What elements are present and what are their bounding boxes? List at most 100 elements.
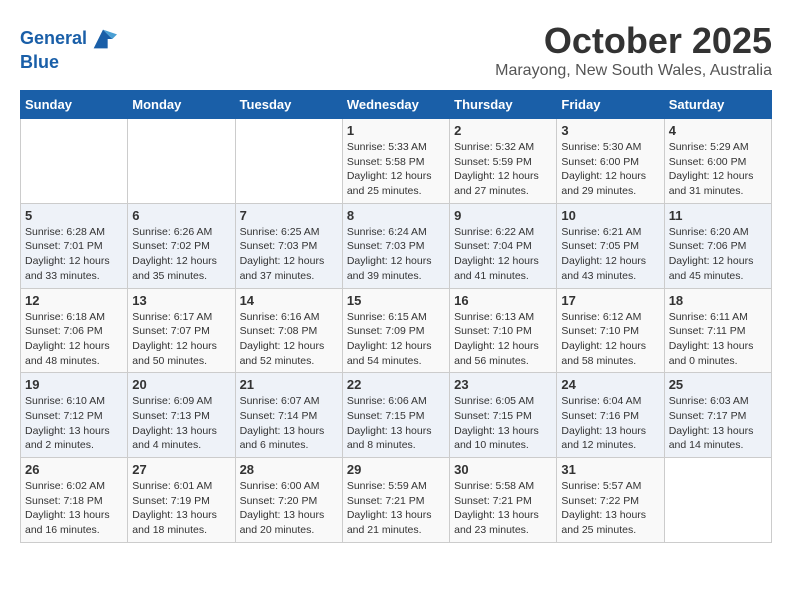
calendar-cell: 18Sunrise: 6:11 AM Sunset: 7:11 PM Dayli… bbox=[664, 288, 771, 373]
page-header: General Blue October 2025 Marayong, New … bbox=[20, 20, 772, 80]
calendar-cell bbox=[235, 119, 342, 204]
day-info: Sunrise: 6:06 AM Sunset: 7:15 PM Dayligh… bbox=[347, 394, 445, 453]
calendar-subtitle: Marayong, New South Wales, Australia bbox=[495, 62, 772, 80]
calendar-cell: 13Sunrise: 6:17 AM Sunset: 7:07 PM Dayli… bbox=[128, 288, 235, 373]
day-header-sunday: Sunday bbox=[21, 91, 128, 119]
day-number: 3 bbox=[561, 123, 659, 138]
day-number: 8 bbox=[347, 208, 445, 223]
calendar-cell: 23Sunrise: 6:05 AM Sunset: 7:15 PM Dayli… bbox=[450, 373, 557, 458]
logo-text: General bbox=[20, 29, 87, 49]
day-number: 22 bbox=[347, 377, 445, 392]
calendar-cell: 5 Sunrise: 6:28 AM Sunset: 7:01 PM Daylig… bbox=[21, 203, 128, 288]
day-header-wednesday: Wednesday bbox=[342, 91, 449, 119]
day-header-saturday: Saturday bbox=[664, 91, 771, 119]
day-number: 4 bbox=[669, 123, 767, 138]
calendar-cell: 11Sunrise: 6:20 AM Sunset: 7:06 PM Dayli… bbox=[664, 203, 771, 288]
day-info: Sunrise: 5:29 AM Sunset: 6:00 PM Dayligh… bbox=[669, 140, 767, 199]
calendar-table: SundayMondayTuesdayWednesdayThursdayFrid… bbox=[20, 90, 772, 543]
day-header-monday: Monday bbox=[128, 91, 235, 119]
calendar-cell: 3 Sunrise: 5:30 AM Sunset: 6:00 PM Daylig… bbox=[557, 119, 664, 204]
day-info: Sunrise: 5:57 AM Sunset: 7:22 PM Dayligh… bbox=[561, 479, 659, 538]
day-number: 17 bbox=[561, 293, 659, 308]
day-number: 1 bbox=[347, 123, 445, 138]
calendar-cell: 8 Sunrise: 6:24 AM Sunset: 7:03 PM Daylig… bbox=[342, 203, 449, 288]
day-header-tuesday: Tuesday bbox=[235, 91, 342, 119]
calendar-cell: 1Sunrise: 5:33 AM Sunset: 5:58 PM Daylig… bbox=[342, 119, 449, 204]
day-number: 21 bbox=[240, 377, 338, 392]
day-number: 5 bbox=[25, 208, 123, 223]
calendar-cell bbox=[664, 458, 771, 543]
day-info: Sunrise: 6:28 AM Sunset: 7:01 PM Dayligh… bbox=[25, 225, 123, 284]
calendar-cell: 15 Sunrise: 6:15 AM Sunset: 7:09 PM Dayli… bbox=[342, 288, 449, 373]
day-number: 26 bbox=[25, 462, 123, 477]
calendar-cell: 16 Sunrise: 6:13 AM Sunset: 7:10 PM Dayli… bbox=[450, 288, 557, 373]
day-number: 29 bbox=[347, 462, 445, 477]
day-info: Sunrise: 6:02 AM Sunset: 7:18 PM Dayligh… bbox=[25, 479, 123, 538]
logo: General Blue bbox=[20, 25, 117, 73]
calendar-cell: 17 Sunrise: 6:12 AM Sunset: 7:10 PM Dayli… bbox=[557, 288, 664, 373]
calendar-cell: 22 Sunrise: 6:06 AM Sunset: 7:15 PM Dayli… bbox=[342, 373, 449, 458]
day-info: Sunrise: 5:32 AM Sunset: 5:59 PM Dayligh… bbox=[454, 140, 552, 199]
day-number: 10 bbox=[561, 208, 659, 223]
day-number: 6 bbox=[132, 208, 230, 223]
day-info: Sunrise: 6:26 AM Sunset: 7:02 PM Dayligh… bbox=[132, 225, 230, 284]
week-row-4: 19Sunrise: 6:10 AM Sunset: 7:12 PM Dayli… bbox=[21, 373, 772, 458]
week-row-5: 26 Sunrise: 6:02 AM Sunset: 7:18 PM Dayli… bbox=[21, 458, 772, 543]
calendar-cell: 26 Sunrise: 6:02 AM Sunset: 7:18 PM Dayli… bbox=[21, 458, 128, 543]
calendar-cell: 4 Sunrise: 5:29 AM Sunset: 6:00 PM Daylig… bbox=[664, 119, 771, 204]
day-info: Sunrise: 6:04 AM Sunset: 7:16 PM Dayligh… bbox=[561, 394, 659, 453]
day-info: Sunrise: 6:24 AM Sunset: 7:03 PM Dayligh… bbox=[347, 225, 445, 284]
calendar-cell: 6 Sunrise: 6:26 AM Sunset: 7:02 PM Daylig… bbox=[128, 203, 235, 288]
day-number: 19 bbox=[25, 377, 123, 392]
day-info: Sunrise: 6:16 AM Sunset: 7:08 PM Dayligh… bbox=[240, 310, 338, 369]
day-number: 14 bbox=[240, 293, 338, 308]
day-info: Sunrise: 5:59 AM Sunset: 7:21 PM Dayligh… bbox=[347, 479, 445, 538]
day-info: Sunrise: 6:18 AM Sunset: 7:06 PM Dayligh… bbox=[25, 310, 123, 369]
title-section: October 2025 Marayong, New South Wales, … bbox=[495, 20, 772, 80]
day-info: Sunrise: 6:21 AM Sunset: 7:05 PM Dayligh… bbox=[561, 225, 659, 284]
calendar-cell: 28 Sunrise: 6:00 AM Sunset: 7:20 PM Dayli… bbox=[235, 458, 342, 543]
day-info: Sunrise: 5:30 AM Sunset: 6:00 PM Dayligh… bbox=[561, 140, 659, 199]
day-info: Sunrise: 6:01 AM Sunset: 7:19 PM Dayligh… bbox=[132, 479, 230, 538]
day-info: Sunrise: 6:03 AM Sunset: 7:17 PM Dayligh… bbox=[669, 394, 767, 453]
day-number: 28 bbox=[240, 462, 338, 477]
day-info: Sunrise: 6:25 AM Sunset: 7:03 PM Dayligh… bbox=[240, 225, 338, 284]
day-number: 13 bbox=[132, 293, 230, 308]
day-info: Sunrise: 6:00 AM Sunset: 7:20 PM Dayligh… bbox=[240, 479, 338, 538]
week-row-1: 1Sunrise: 5:33 AM Sunset: 5:58 PM Daylig… bbox=[21, 119, 772, 204]
day-info: Sunrise: 6:15 AM Sunset: 7:09 PM Dayligh… bbox=[347, 310, 445, 369]
day-number: 7 bbox=[240, 208, 338, 223]
day-number: 12 bbox=[25, 293, 123, 308]
day-number: 30 bbox=[454, 462, 552, 477]
calendar-cell: 9 Sunrise: 6:22 AM Sunset: 7:04 PM Daylig… bbox=[450, 203, 557, 288]
day-info: Sunrise: 6:22 AM Sunset: 7:04 PM Dayligh… bbox=[454, 225, 552, 284]
day-number: 24 bbox=[561, 377, 659, 392]
day-info: Sunrise: 6:13 AM Sunset: 7:10 PM Dayligh… bbox=[454, 310, 552, 369]
day-info: Sunrise: 6:09 AM Sunset: 7:13 PM Dayligh… bbox=[132, 394, 230, 453]
calendar-cell: 19Sunrise: 6:10 AM Sunset: 7:12 PM Dayli… bbox=[21, 373, 128, 458]
day-info: Sunrise: 6:11 AM Sunset: 7:11 PM Dayligh… bbox=[669, 310, 767, 369]
calendar-cell: 21 Sunrise: 6:07 AM Sunset: 7:14 PM Dayli… bbox=[235, 373, 342, 458]
calendar-cell: 31 Sunrise: 5:57 AM Sunset: 7:22 PM Dayli… bbox=[557, 458, 664, 543]
day-number: 9 bbox=[454, 208, 552, 223]
calendar-cell: 24 Sunrise: 6:04 AM Sunset: 7:16 PM Dayli… bbox=[557, 373, 664, 458]
week-row-3: 12 Sunrise: 6:18 AM Sunset: 7:06 PM Dayli… bbox=[21, 288, 772, 373]
day-number: 31 bbox=[561, 462, 659, 477]
day-header-friday: Friday bbox=[557, 91, 664, 119]
day-info: Sunrise: 6:07 AM Sunset: 7:14 PM Dayligh… bbox=[240, 394, 338, 453]
day-number: 25 bbox=[669, 377, 767, 392]
day-number: 11 bbox=[669, 208, 767, 223]
day-number: 23 bbox=[454, 377, 552, 392]
calendar-cell bbox=[128, 119, 235, 204]
calendar-cell: 10 Sunrise: 6:21 AM Sunset: 7:05 PM Dayli… bbox=[557, 203, 664, 288]
calendar-cell: 2Sunrise: 5:32 AM Sunset: 5:59 PM Daylig… bbox=[450, 119, 557, 204]
day-info: Sunrise: 6:12 AM Sunset: 7:10 PM Dayligh… bbox=[561, 310, 659, 369]
calendar-cell: 30Sunrise: 5:58 AM Sunset: 7:21 PM Dayli… bbox=[450, 458, 557, 543]
day-number: 16 bbox=[454, 293, 552, 308]
calendar-cell: 20 Sunrise: 6:09 AM Sunset: 7:13 PM Dayli… bbox=[128, 373, 235, 458]
day-number: 15 bbox=[347, 293, 445, 308]
calendar-cell: 25 Sunrise: 6:03 AM Sunset: 7:17 PM Dayli… bbox=[664, 373, 771, 458]
day-number: 20 bbox=[132, 377, 230, 392]
calendar-cell: 12 Sunrise: 6:18 AM Sunset: 7:06 PM Dayli… bbox=[21, 288, 128, 373]
days-header-row: SundayMondayTuesdayWednesdayThursdayFrid… bbox=[21, 91, 772, 119]
